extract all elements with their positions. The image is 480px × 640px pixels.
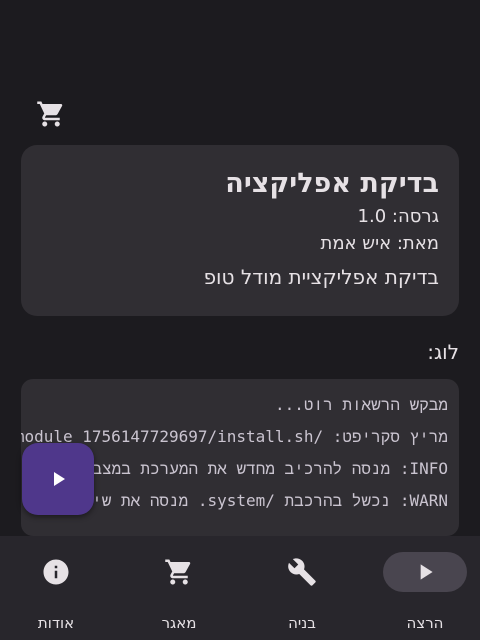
module-title: בדיקת אפליקציה <box>225 168 439 199</box>
nav-item-build[interactable]: בניה <box>246 552 342 632</box>
shopping-cart-icon[interactable] <box>36 99 66 129</box>
info-icon <box>41 557 71 587</box>
nav-label: הרצה <box>406 614 444 632</box>
module-version: גרסה: 1.0 <box>357 206 439 227</box>
nav-item-about[interactable]: אודות <box>0 552 96 632</box>
bottom-navigation: אודות מאגר בניה הרצה <box>0 536 480 640</box>
nav-item-run[interactable]: הרצה <box>369 552 467 632</box>
run-fab-button[interactable] <box>22 443 94 515</box>
nav-label: אודות <box>37 614 75 632</box>
log-line: INFO: מנסה להרכיב מחדש את המערכת במצב <box>92 459 448 478</box>
wrench-icon <box>287 557 317 587</box>
nav-label: מאגר <box>161 614 197 632</box>
log-line: מבקש הרשאות רוט... <box>275 395 448 414</box>
module-author: מאת: איש אמת <box>320 233 440 254</box>
log-line: WARN: נכשל בהרכבת /system. מנסה את שיטה <box>72 491 448 510</box>
shopping-cart-icon <box>164 557 194 587</box>
module-card: בדיקת אפליקציה גרסה: 1.0 מאת: איש אמת בד… <box>21 145 459 316</box>
play-icon <box>412 559 438 585</box>
log-heading: לוג: <box>427 340 459 364</box>
nav-label: בניה <box>288 614 316 632</box>
nav-item-repository[interactable]: מאגר <box>123 552 219 632</box>
play-icon <box>46 467 70 491</box>
module-description: בדיקת אפליקציית מודל טופ <box>203 265 439 289</box>
